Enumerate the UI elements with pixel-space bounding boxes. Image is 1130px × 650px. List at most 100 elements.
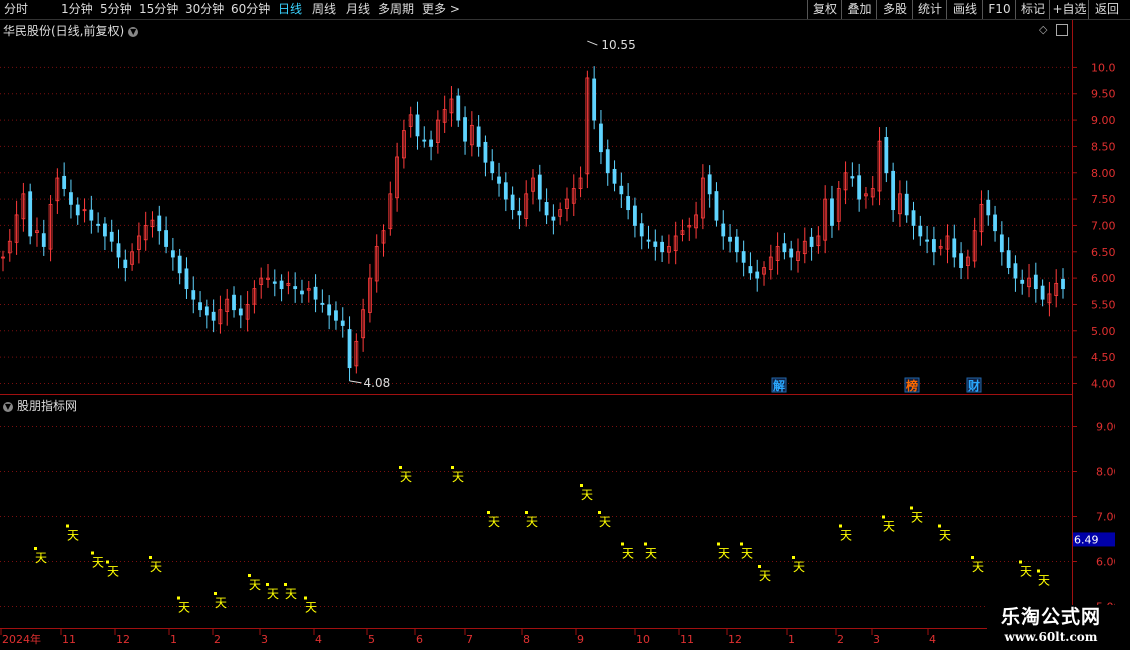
candle-body <box>157 215 162 232</box>
toolbar-button-0[interactable]: 复权 <box>807 0 842 19</box>
candle-body <box>1061 278 1065 290</box>
date-label: 4 <box>315 633 322 646</box>
signal-dot <box>304 596 307 600</box>
signal-dot <box>399 466 402 469</box>
tab-timeframe-10[interactable]: 更多 > <box>422 2 460 17</box>
indicator-chart[interactable]: 9.008.007.006.005.006.49天天天天天天天天天天天天天天天天… <box>0 395 1115 629</box>
candle-body <box>334 310 338 321</box>
candle-body <box>41 233 46 247</box>
candle-body <box>1013 263 1018 279</box>
signal-dot <box>598 511 601 514</box>
candle-body <box>69 192 73 205</box>
signal-glyph: 天 <box>599 515 611 529</box>
signal-dot <box>580 484 583 487</box>
price-tick-label: 10.00 <box>1091 61 1115 74</box>
candle-body <box>544 202 549 216</box>
candle-body <box>809 236 814 247</box>
signal-dot <box>91 551 94 555</box>
signal-dot <box>177 596 180 600</box>
candle-body <box>551 216 556 221</box>
toolbar-button-5[interactable]: F10 <box>982 0 1016 19</box>
candle-body <box>170 250 175 258</box>
signal-glyph: 天 <box>741 547 753 561</box>
candle-body <box>293 286 298 290</box>
tab-timeframe-4[interactable]: 30分钟 <box>185 2 224 17</box>
tab-timeframe-8[interactable]: 月线 <box>346 2 370 17</box>
tab-timeframe-5[interactable]: 60分钟 <box>231 2 270 17</box>
candle-body <box>109 231 114 242</box>
candle-body <box>483 141 488 163</box>
date-label: 2 <box>214 633 221 646</box>
tab-timeframe-2[interactable]: 5分钟 <box>100 2 132 17</box>
event-badge-1: 榜 <box>906 378 918 393</box>
candle-body <box>497 176 501 184</box>
price-tick-label: 9.00 <box>1091 114 1115 127</box>
price-tick-label: 7.00 <box>1091 219 1115 232</box>
candle-body <box>123 259 128 268</box>
event-badge-2: 财 <box>967 378 980 393</box>
candle-body <box>204 306 209 316</box>
signal-dot <box>266 583 269 586</box>
date-label: 11 <box>680 633 694 646</box>
signal-dot <box>66 524 69 528</box>
candle-body <box>993 214 997 232</box>
date-label: 4 <box>929 633 936 646</box>
indicator-tick-label: 6.00 <box>1096 556 1115 569</box>
signal-dot <box>284 583 287 586</box>
high-marker-label: 10.55 <box>601 38 635 52</box>
toolbar-button-8[interactable]: 返回 <box>1088 0 1125 19</box>
candle-body <box>211 311 216 321</box>
price-axis-border <box>1072 20 1073 628</box>
candle-body <box>238 308 243 316</box>
signal-glyph: 天 <box>267 587 279 601</box>
signal-dot <box>34 547 37 550</box>
date-label: 1 <box>788 633 795 646</box>
signal-glyph: 天 <box>400 470 412 484</box>
candle-body <box>646 239 651 242</box>
candle-body <box>300 290 304 295</box>
candle-body <box>327 304 332 316</box>
signal-dot <box>882 515 885 519</box>
date-axis: 2024年 11 12 1 2 3 4 5 6 7 8 9 10 11 12 1 2 3 4 <box>0 629 936 646</box>
watermark-title: 乐淘公式网 <box>1000 606 1101 628</box>
signal-glyph: 天 <box>215 596 227 610</box>
toolbar-button-3[interactable]: 统计 <box>912 0 947 19</box>
candle-body <box>633 205 637 226</box>
candle-body <box>279 280 284 290</box>
tab-timeframe-6[interactable]: 日线 <box>278 2 302 17</box>
tab-timeframe-0[interactable]: 分时 <box>4 2 28 17</box>
period-toolbar: 分时 1分钟 5分钟 15分钟 30分钟 60分钟 日线 周线 月线 多周期 更多 > 复权 叠加 多股… <box>0 0 1130 20</box>
right-info-panel <box>1115 20 1130 650</box>
toolbar-button-6[interactable]: 标记 <box>1015 0 1050 19</box>
candle-body <box>1040 285 1045 300</box>
toolbar-button-7[interactable]: +自选 <box>1049 0 1089 19</box>
date-label: 7 <box>466 633 473 646</box>
price-tick-label: 8.50 <box>1091 140 1115 153</box>
tab-timeframe-3[interactable]: 15分钟 <box>139 2 178 17</box>
toolbar-button-4[interactable]: 画线 <box>946 0 983 19</box>
tab-timeframe-9[interactable]: 多周期 <box>378 2 414 17</box>
candle-body <box>503 182 508 200</box>
candle-body <box>198 302 202 311</box>
price-tick-label: 6.50 <box>1091 246 1115 259</box>
toolbar-button-2[interactable]: 多股 <box>876 0 913 19</box>
candle-body <box>456 95 461 121</box>
indicator-tick-label: 8.00 <box>1096 466 1115 479</box>
signal-glyph: 天 <box>526 515 538 529</box>
price-chart[interactable]: 10.00 9.50 9.00 8.50 8.00 7.50 7.00 6.50 6.00 5.5… <box>0 20 1115 394</box>
candle-body <box>490 161 495 174</box>
signal-dot <box>910 506 913 510</box>
date-label: 3 <box>873 633 880 646</box>
candle-body <box>62 175 67 189</box>
date-label: 9 <box>577 633 584 646</box>
signal-glyph: 天 <box>622 547 634 561</box>
signal-glyph: 天 <box>92 556 104 570</box>
date-label: 12 <box>116 633 130 646</box>
candle-body <box>734 236 739 253</box>
toolbar-button-1[interactable]: 叠加 <box>841 0 877 19</box>
date-label: 2024年 <box>2 632 41 646</box>
tab-timeframe-7[interactable]: 周线 <box>312 2 336 17</box>
candle-body <box>537 174 542 200</box>
signal-glyph: 天 <box>581 488 593 502</box>
tab-timeframe-1[interactable]: 1分钟 <box>61 2 93 17</box>
